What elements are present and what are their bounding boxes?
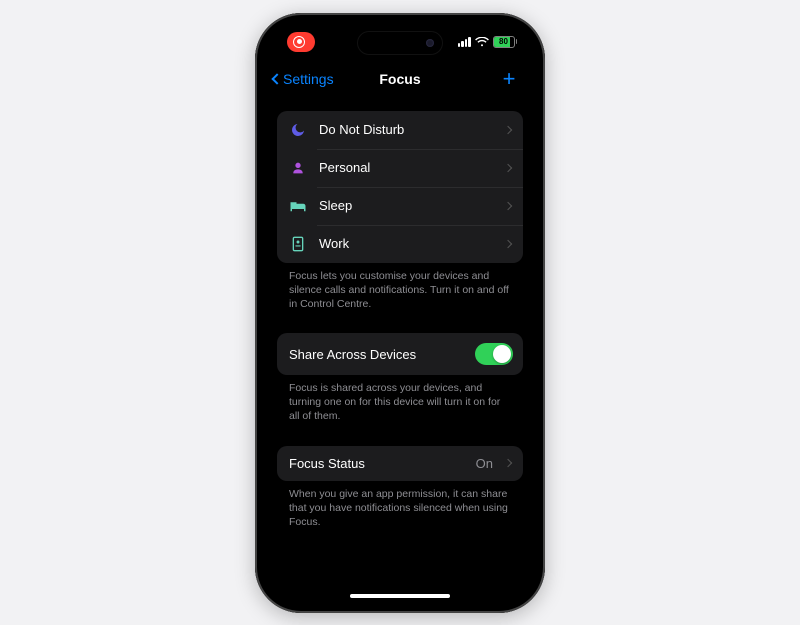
cellular-signal-icon [458, 37, 471, 47]
chevron-right-icon [504, 125, 512, 133]
status-bar: 80 [265, 23, 535, 61]
badge-icon [289, 235, 307, 253]
front-camera-icon [426, 39, 434, 47]
person-icon [289, 159, 307, 177]
focus-mode-work[interactable]: Work [277, 225, 523, 263]
bed-icon [289, 197, 307, 215]
share-toggle[interactable] [475, 343, 513, 365]
focus-modes-footer: Focus lets you customise your devices an… [277, 263, 523, 312]
focus-mode-personal[interactable]: Personal [277, 149, 523, 187]
content-area: Do Not Disturb Personal Sleep [265, 97, 535, 530]
focus-status-group: Focus Status On [277, 446, 523, 481]
focus-mode-label: Sleep [319, 198, 493, 213]
chevron-right-icon [504, 201, 512, 209]
phone-frame: 80 Settings Focus + Do Not Dis [255, 13, 545, 613]
focus-status-value: On [476, 456, 493, 471]
wifi-icon [475, 37, 489, 47]
focus-status-row[interactable]: Focus Status On [277, 446, 523, 481]
screen: 80 Settings Focus + Do Not Dis [265, 23, 535, 603]
focus-mode-label: Do Not Disturb [319, 122, 493, 137]
page-title: Focus [379, 71, 420, 87]
back-button[interactable]: Settings [273, 61, 334, 97]
focus-status-footer: When you give an app permission, it can … [277, 481, 523, 530]
dynamic-island [357, 31, 443, 55]
chevron-right-icon [504, 459, 512, 467]
share-label: Share Across Devices [289, 347, 463, 362]
plus-icon: + [503, 66, 516, 92]
battery-percent: 80 [499, 37, 508, 46]
share-group: Share Across Devices [277, 333, 523, 375]
focus-status-label: Focus Status [289, 456, 464, 471]
record-icon [293, 36, 305, 48]
battery-indicator: 80 [493, 36, 518, 48]
add-focus-button[interactable]: + [497, 61, 521, 97]
status-right-cluster: 80 [458, 36, 518, 48]
share-footer: Focus is shared across your devices, and… [277, 375, 523, 424]
moon-icon [289, 121, 307, 139]
share-across-devices-row: Share Across Devices [277, 333, 523, 375]
chevron-left-icon [271, 73, 282, 84]
focus-mode-label: Personal [319, 160, 493, 175]
screen-recording-pill[interactable] [287, 32, 315, 52]
nav-bar: Settings Focus + [265, 61, 535, 97]
switch-knob [493, 345, 511, 363]
back-label: Settings [283, 71, 334, 87]
focus-mode-sleep[interactable]: Sleep [277, 187, 523, 225]
chevron-right-icon [504, 239, 512, 247]
focus-mode-do-not-disturb[interactable]: Do Not Disturb [277, 111, 523, 149]
chevron-right-icon [504, 163, 512, 171]
home-indicator[interactable] [350, 594, 450, 598]
focus-mode-label: Work [319, 236, 493, 251]
focus-modes-group: Do Not Disturb Personal Sleep [277, 111, 523, 263]
